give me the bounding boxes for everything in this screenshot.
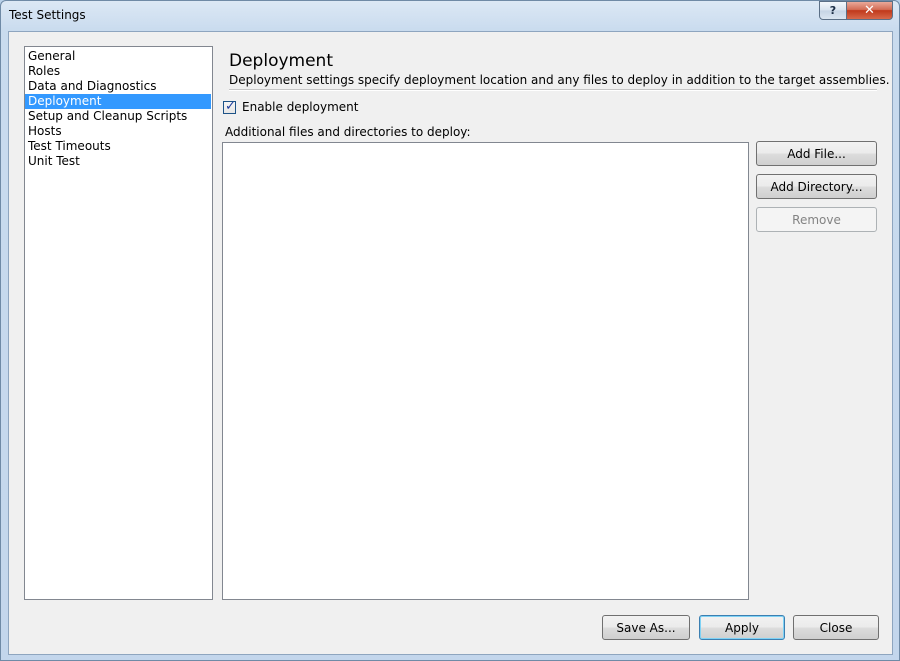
dialog-client-area: General Roles Data and Diagnostics Deplo… bbox=[8, 31, 893, 655]
window-close-button[interactable]: ✕ bbox=[846, 1, 893, 20]
add-directory-button[interactable]: Add Directory... bbox=[756, 174, 877, 199]
save-as-button[interactable]: Save As... bbox=[602, 615, 690, 640]
remove-button[interactable]: Remove bbox=[756, 207, 877, 232]
category-item-data-and-diagnostics[interactable]: Data and Diagnostics bbox=[25, 79, 212, 94]
enable-deployment-row[interactable]: ✓ Enable deployment bbox=[223, 98, 358, 114]
close-icon: ✕ bbox=[864, 3, 875, 18]
panel-description: Deployment settings specify deployment l… bbox=[229, 73, 890, 87]
help-button[interactable]: ? bbox=[819, 1, 847, 20]
panel-title: Deployment bbox=[229, 51, 333, 71]
header-divider bbox=[229, 89, 877, 91]
help-icon: ? bbox=[829, 4, 837, 17]
apply-button[interactable]: Apply bbox=[699, 615, 785, 640]
close-button[interactable]: Close bbox=[793, 615, 879, 640]
category-item-unit-test[interactable]: Unit Test bbox=[25, 154, 212, 169]
test-settings-window: Test Settings ? ✕ General Roles Data and… bbox=[0, 0, 900, 661]
files-list-label: Additional files and directories to depl… bbox=[225, 125, 471, 139]
enable-deployment-checkbox[interactable]: ✓ bbox=[223, 98, 236, 114]
settings-category-list[interactable]: General Roles Data and Diagnostics Deplo… bbox=[24, 46, 213, 600]
category-item-deployment[interactable]: Deployment bbox=[25, 94, 211, 109]
deployment-files-list[interactable] bbox=[222, 142, 749, 600]
category-item-setup-and-cleanup-scripts[interactable]: Setup and Cleanup Scripts bbox=[25, 109, 212, 124]
category-item-test-timeouts[interactable]: Test Timeouts bbox=[25, 139, 212, 154]
checkmark-icon: ✓ bbox=[225, 98, 236, 114]
window-title: Test Settings bbox=[9, 8, 86, 22]
add-file-button[interactable]: Add File... bbox=[756, 141, 877, 166]
category-item-general[interactable]: General bbox=[25, 49, 212, 64]
enable-deployment-label[interactable]: Enable deployment bbox=[242, 100, 358, 114]
category-item-roles[interactable]: Roles bbox=[25, 64, 212, 79]
category-item-hosts[interactable]: Hosts bbox=[25, 124, 212, 139]
title-bar[interactable]: Test Settings ? ✕ bbox=[1, 1, 899, 31]
